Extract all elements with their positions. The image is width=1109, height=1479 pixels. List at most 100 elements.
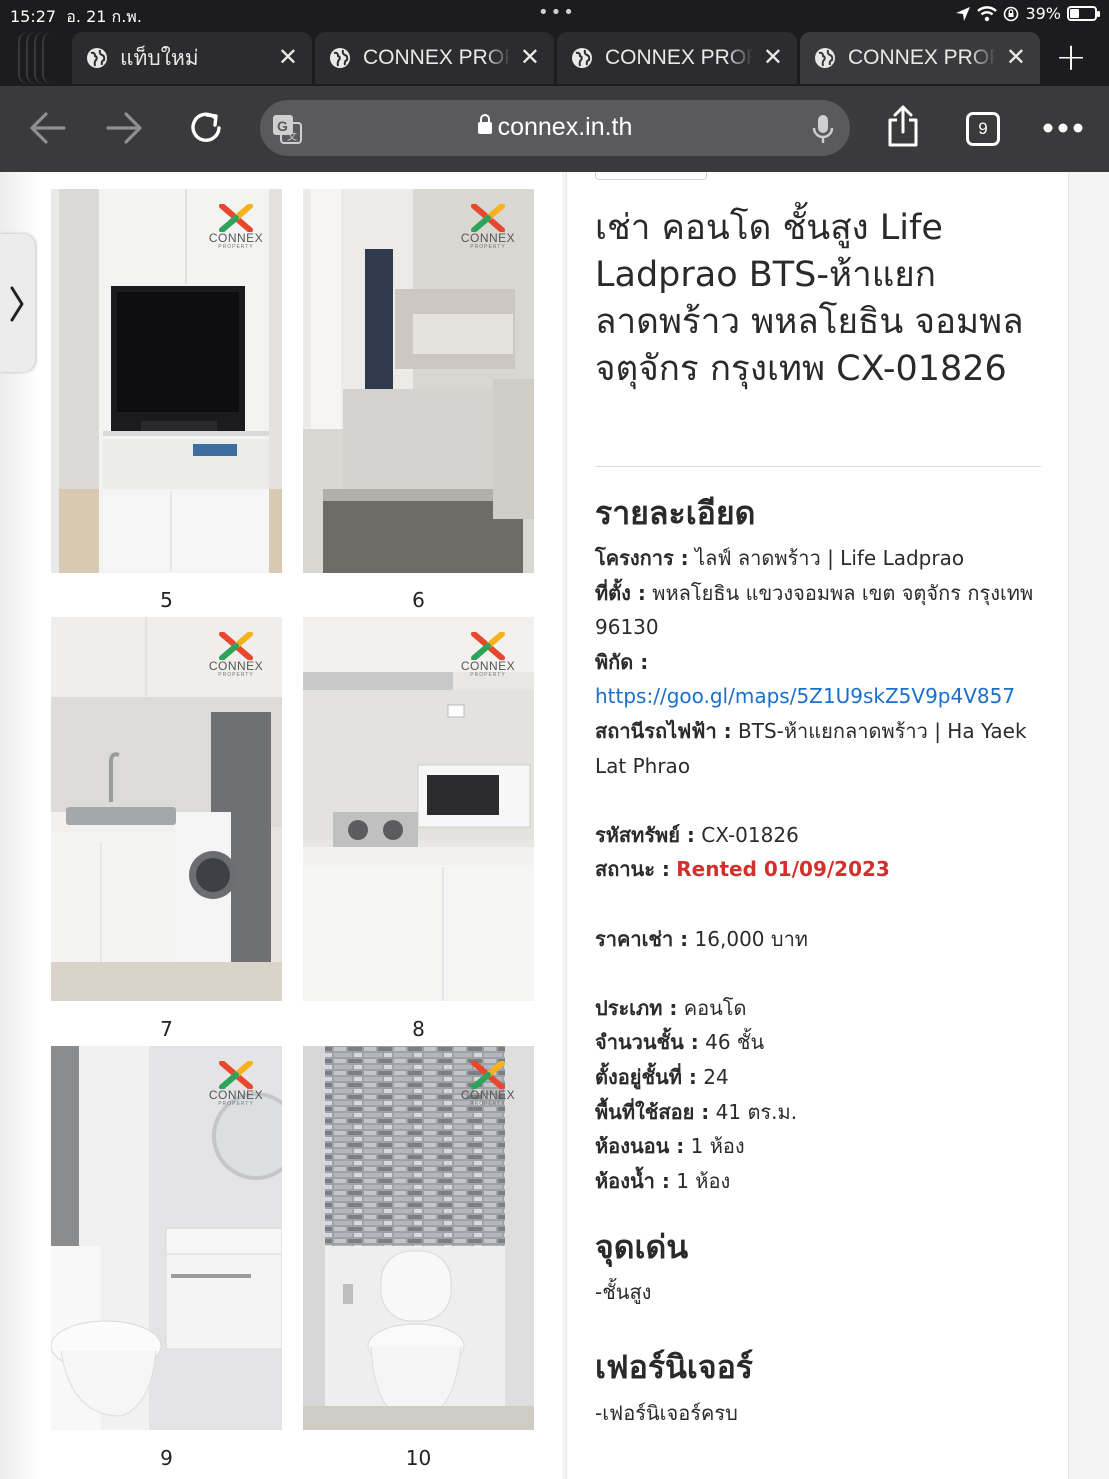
bedroom-label: ห้องนอน : — [595, 1134, 685, 1159]
map-link[interactable]: https://goo.gl/maps/5Z1U9skZ5V9p4V857 — [595, 684, 1015, 708]
tab-connex-2[interactable]: CONNEX PROPERTY ✕ — [557, 32, 797, 84]
code-value: CX-01826 — [701, 822, 799, 847]
wifi-icon — [977, 5, 998, 21]
gallery-photo-bathroom-2[interactable]: CONNEX PROPERTY — [303, 1046, 534, 1430]
tab-overview-button[interactable]: 9 — [966, 112, 1000, 146]
browser-toolbar: G文 connex.in.th 9 — [0, 86, 1109, 172]
floors-value: 46 ชั้น — [705, 1030, 765, 1055]
url-text: connex.in.th — [497, 113, 633, 141]
location-arrow-icon — [956, 6, 971, 21]
forward-arrow-icon[interactable] — [106, 108, 144, 148]
furniture-heading: เฟอร์นิเจอร์ — [595, 1348, 753, 1386]
status-bar: 15:27 อ. 21 ก.พ. ••• 39% — [0, 0, 1109, 30]
multitask-dots-icon[interactable]: ••• — [538, 2, 576, 23]
project-label: โครงการ : — [595, 546, 689, 570]
code-label: รหัสทรัพย์ : — [595, 822, 695, 847]
tab-strip: แท็บใหม่ ✕ CONNEX PROPERTY ✕ CONNEX PROP… — [0, 30, 1109, 86]
connex-logo-icon — [471, 1061, 505, 1089]
gallery-photo-bedroom[interactable]: CONNEX PROPERTY — [303, 189, 534, 573]
tab-title: แท็บใหม่ — [120, 46, 199, 70]
rent-row: ราคาเช่า : 16,000 บาท — [595, 922, 1045, 957]
microphone-icon[interactable] — [812, 113, 834, 145]
connex-logo-icon — [471, 204, 505, 232]
type-row: ประเภท : คอนโด — [595, 991, 1045, 1026]
tab-close-icon[interactable]: ✕ — [1006, 45, 1026, 69]
connex-logo-icon — [219, 204, 253, 232]
details-list: โครงการ : ไลฟ์ ลาดพร้าว | Life Ladprao ท… — [595, 541, 1045, 1198]
area-row: พื้นที่ใช้สอย : 41 ตร.ม. — [595, 1095, 1045, 1130]
floors-label: จำนวนชั้น : — [595, 1030, 699, 1055]
connex-logo-text: CONNEX — [460, 1088, 516, 1102]
tab-connex-active[interactable]: CONNEX PROPERTY ✕ — [800, 32, 1040, 84]
furniture-value: -เฟอร์นิเจอร์ครบ — [595, 1401, 738, 1425]
connex-logo-text: CONNEX — [208, 1088, 264, 1102]
floor-label: ตั้งอยู่ชั้นที่ : — [595, 1064, 697, 1089]
reload-icon[interactable] — [187, 108, 225, 148]
project-value: ไลฟ์ ลาดพร้าว | Life Ladprao — [695, 546, 965, 570]
gallery-photo-bathroom-1[interactable]: CONNEX PROPERTY — [51, 1046, 282, 1430]
gallery-photo-kitchen-sink[interactable]: CONNEX PROPERTY — [51, 617, 282, 1001]
listing-title: เช่า คอนโด ชั้นสูง Life Ladprao BTS-ห้าแ… — [595, 208, 1024, 389]
connex-logo-icon — [219, 1061, 253, 1089]
url-display[interactable]: connex.in.th — [260, 113, 850, 142]
bedroom-row: ห้องนอน : 1 ห้อง — [595, 1129, 1045, 1164]
tab-stack-indicator[interactable] — [18, 32, 78, 84]
battery-level — [1070, 9, 1079, 18]
status-badge: Rented 01/09/2023 — [676, 857, 890, 882]
lock-icon — [477, 114, 492, 134]
connex-watermark: CONNEX PROPERTY — [201, 1061, 271, 1107]
location-value: พหลโยธิน แขวงจอมพล เขต จตุจักร กรุงเทพ 9… — [595, 580, 1034, 640]
status-indicators: 39% — [955, 4, 1100, 23]
highlights-value: -ชั้นสูง — [595, 1280, 652, 1304]
battery-percent: 39% — [1025, 4, 1061, 23]
tab-title: CONNEX PROPERTY — [363, 46, 511, 69]
type-value: คอนโด — [683, 995, 747, 1020]
tab-new-tab[interactable]: แท็บใหม่ ✕ — [72, 32, 312, 84]
rent-value: 16,000 บาท — [694, 926, 808, 951]
globe-icon — [572, 48, 592, 68]
globe-icon — [87, 48, 107, 68]
chevron-right-icon — [10, 286, 24, 322]
project-row: โครงการ : ไลฟ์ ลาดพร้าว | Life Ladprao — [595, 541, 1045, 576]
tab-title: CONNEX PROPERTY — [605, 46, 753, 69]
tab-title: CONNEX PROPERTY — [848, 46, 996, 69]
share-icon[interactable] — [885, 104, 921, 148]
photo-caption-7: 7 — [160, 1017, 173, 1041]
floor-value: 24 — [703, 1064, 729, 1089]
code-row: รหัสทรัพย์ : CX-01826 — [595, 818, 1045, 853]
location-row: ที่ตั้ง : พหลโยธิน แขวงจอมพล เขต จตุจักร… — [595, 576, 1045, 645]
address-bar[interactable]: G文 connex.in.th — [260, 100, 850, 156]
bathroom-row: ห้องน้ำ : 1 ห้อง — [595, 1164, 1045, 1199]
sidebar-toggle-handle[interactable] — [0, 234, 35, 372]
area-label: พื้นที่ใช้สอย : — [595, 1099, 710, 1124]
coords-label: พิกัด : — [595, 649, 649, 674]
details-heading: รายละเอียด — [595, 494, 756, 532]
new-tab-button[interactable]: + — [1055, 38, 1087, 76]
more-options-icon[interactable] — [1042, 122, 1084, 134]
location-label: ที่ตั้ง : — [595, 580, 646, 605]
gallery-photo-tv-cabinet[interactable]: CONNEX PROPERTY — [51, 189, 282, 573]
bathroom-label: ห้องน้ำ : — [595, 1168, 670, 1193]
tab-connex-1[interactable]: CONNEX PROPERTY ✕ — [315, 32, 554, 84]
highlights-heading: จุดเด่น — [595, 1228, 689, 1266]
status-time: 15:27 อ. 21 ก.พ. — [10, 7, 142, 26]
photo-caption-10: 10 — [405, 1446, 432, 1470]
bathroom-value: 1 ห้อง — [676, 1168, 731, 1193]
tab-close-icon[interactable]: ✕ — [763, 45, 783, 69]
station-label: สถานีรถไฟฟ้า : — [595, 718, 732, 743]
photo-caption-8: 8 — [412, 1017, 425, 1041]
tab-close-icon[interactable]: ✕ — [520, 45, 540, 69]
globe-icon — [330, 48, 350, 68]
photo-caption-5: 5 — [160, 588, 173, 612]
area-value: 41 ตร.ม. — [715, 1099, 798, 1124]
safari-screen: 15:27 อ. 21 ก.พ. ••• 39% แท็บใหม่ ✕ CONN… — [0, 0, 1109, 1479]
floors-row: จำนวนชั้น : 46 ชั้น — [595, 1025, 1045, 1060]
divider — [595, 466, 1041, 467]
status-date: อ. 21 ก.พ. — [66, 7, 142, 26]
orientation-lock-icon — [1004, 6, 1019, 21]
listing-details: เช่า คอนโด ชั้นสูง Life Ladprao BTS-ห้าแ… — [566, 172, 1069, 1479]
back-arrow-icon[interactable] — [28, 108, 66, 148]
connex-watermark: CONNEX PROPERTY — [201, 204, 271, 250]
tab-close-icon[interactable]: ✕ — [278, 45, 298, 69]
gallery-photo-kitchen-microwave[interactable]: CONNEX PROPERTY — [303, 617, 534, 1001]
